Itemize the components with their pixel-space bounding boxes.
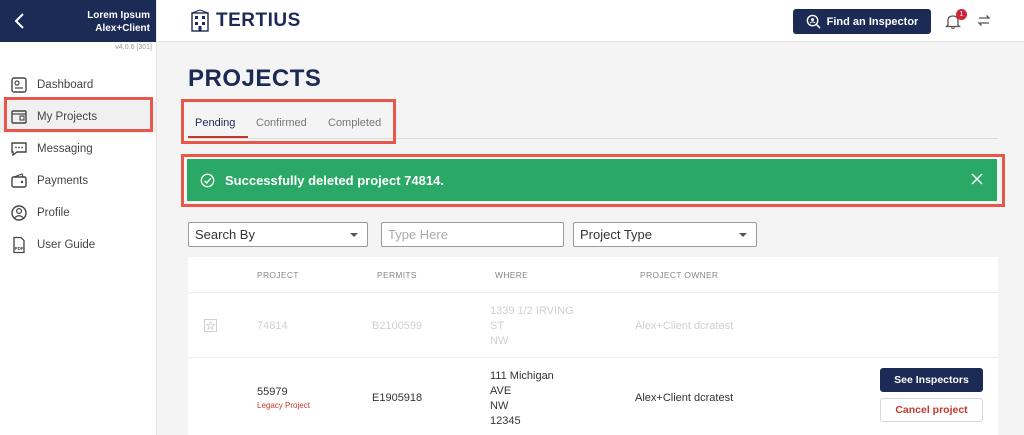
sidebar-item-label: Payments	[37, 175, 89, 187]
project-type-select[interactable]: Project Type	[573, 222, 757, 247]
project-owner: Alex+Client dcratest	[635, 392, 734, 404]
see-inspectors-button[interactable]: See Inspectors	[880, 368, 983, 392]
pdf-icon: PDF	[13, 236, 25, 254]
building-logo-icon	[191, 9, 209, 32]
legacy-project-tag: Legacy Project	[257, 401, 310, 410]
find-inspector-label: Find an Inspector	[826, 15, 919, 28]
highlight-alert	[181, 154, 1005, 207]
back-arrow-icon[interactable]	[12, 12, 28, 30]
search-input[interactable]: Type Here	[381, 222, 564, 247]
dashboard-icon	[11, 77, 27, 93]
top-bar: TERTIUS Find an Inspector 1	[157, 0, 1024, 42]
highlight-tabs	[181, 99, 396, 144]
address-line: NW	[490, 400, 509, 412]
svg-text:PDF: PDF	[15, 246, 24, 251]
sidebar-item-messaging[interactable]: Messaging	[0, 133, 156, 165]
sidebar-header: Lorem Ipsum Alex+Client	[0, 0, 156, 42]
search-by-select[interactable]: Search By	[188, 222, 368, 247]
cancel-project-button[interactable]: Cancel project	[880, 398, 983, 422]
switch-account-icon[interactable]	[976, 12, 992, 29]
chevron-down-icon	[350, 233, 358, 237]
page-title: PROJECTS	[188, 65, 322, 92]
sidebar-item-payments[interactable]: Payments	[0, 165, 156, 197]
column-header-project-owner: PROJECT OWNER	[640, 270, 719, 280]
notification-count-badge: 1	[956, 9, 967, 20]
sidebar-item-user-guide[interactable]: PDF User Guide	[0, 229, 156, 261]
sidebar-item-label: Dashboard	[37, 79, 94, 91]
user-name: Alex+Client	[95, 23, 150, 34]
highlight-my-projects	[4, 97, 153, 132]
sidebar: Lorem Ipsum Alex+Client v4.0.6 [301] Das…	[0, 0, 157, 435]
sidebar-item-label: Profile	[37, 207, 70, 219]
project-id: 55979	[257, 386, 288, 398]
main-content: PROJECTS Pending Confirmed Completed Suc…	[157, 42, 1024, 435]
brand-logo[interactable]: TERTIUS	[189, 9, 301, 33]
profile-icon	[11, 205, 27, 221]
search-input-placeholder: Type Here	[388, 227, 448, 242]
find-inspector-button[interactable]: Find an Inspector	[793, 9, 931, 34]
address-line: 12345	[490, 415, 521, 427]
address-line: ST	[490, 320, 505, 332]
column-header-project: PROJECT	[257, 270, 299, 280]
user-company: Lorem Ipsum	[87, 10, 150, 21]
star-icon[interactable]	[204, 319, 217, 332]
address-line: 111 Michigan	[490, 370, 554, 382]
row-divider	[188, 357, 998, 358]
permit-number: E1905918	[372, 392, 423, 404]
app-version: v4.0.6 [301]	[115, 44, 152, 51]
header-divider	[188, 292, 998, 293]
sidebar-item-profile[interactable]: Profile	[0, 197, 156, 229]
address-line: 1339 1/2 IRVING	[490, 305, 574, 317]
project-id: 74814	[257, 320, 288, 332]
address-line: NW	[490, 335, 509, 347]
sidebar-item-label: Messaging	[37, 143, 93, 155]
project-owner: Alex+Client dcratest	[635, 320, 734, 332]
column-header-where: WHERE	[495, 270, 529, 280]
search-person-icon	[806, 14, 821, 29]
permit-number: B2100599	[372, 320, 423, 332]
chevron-down-icon	[739, 233, 747, 237]
user-identity: Lorem Ipsum Alex+Client	[87, 9, 150, 35]
column-header-permits: PERMITS	[377, 270, 417, 280]
search-by-value: Search By	[195, 227, 255, 242]
sidebar-item-label: User Guide	[37, 239, 96, 251]
messaging-icon	[11, 142, 27, 157]
project-type-value: Project Type	[580, 227, 653, 242]
address-line: AVE	[490, 385, 512, 397]
projects-table: PROJECT PERMITS WHERE PROJECT OWNER 7481…	[188, 257, 998, 435]
payments-icon	[11, 173, 27, 188]
brand-name: TERTIUS	[216, 10, 301, 31]
